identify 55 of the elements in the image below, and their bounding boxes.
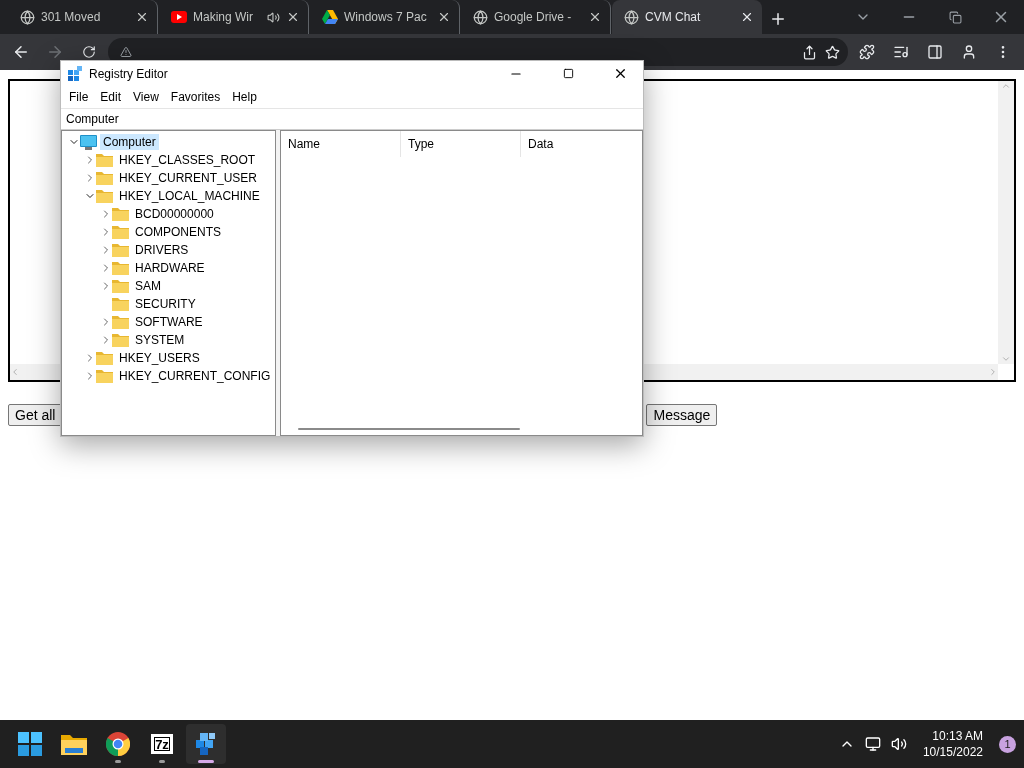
tree-item[interactable]: HKEY_CURRENT_CONFIG (116, 368, 274, 384)
cubes-icon[interactable] (194, 732, 218, 756)
side-panel-icon[interactable] (927, 44, 944, 60)
get-all-button[interactable]: Get all (8, 404, 63, 426)
column-header[interactable]: Data (521, 131, 639, 157)
tree-item[interactable]: DRIVERS (132, 242, 192, 258)
star-icon[interactable] (825, 44, 841, 60)
menu-item[interactable]: Help (226, 90, 263, 104)
share-icon[interactable] (802, 44, 818, 60)
tree-item[interactable]: SOFTWARE (132, 314, 206, 330)
clock-time: 10:13 AM (932, 728, 983, 744)
new-tab-icon[interactable] (769, 10, 787, 28)
menu-item[interactable]: Edit (94, 90, 128, 104)
address-field[interactable]: Computer (61, 108, 643, 130)
taskbar-button[interactable]: 7z (142, 724, 182, 764)
tree-item[interactable]: HKEY_CLASSES_ROOT (116, 152, 259, 168)
window-title: Registry Editor (89, 66, 169, 81)
notification-badge[interactable]: 1 (999, 735, 1016, 753)
restore-icon[interactable] (948, 10, 962, 24)
close-icon[interactable] (135, 10, 149, 24)
tree-item[interactable]: HKEY_CURRENT_USER (116, 170, 261, 186)
windows-logo-icon[interactable] (18, 732, 42, 756)
cubes-icon (67, 65, 83, 82)
tree-item[interactable]: HARDWARE (132, 260, 208, 276)
browser-tab[interactable]: CVM Chat (612, 0, 762, 34)
tree-item[interactable]: SYSTEM (132, 332, 188, 348)
tree-item[interactable]: HKEY_USERS (116, 350, 203, 366)
tree-item[interactable]: SAM (132, 278, 164, 294)
tree-item[interactable]: HKEY_LOCAL_MACHINE (116, 188, 263, 204)
tree-item[interactable]: Computer (100, 134, 159, 150)
chrome-icon[interactable] (106, 732, 130, 756)
archive-app-icon[interactable]: 7z (151, 734, 173, 754)
maximize-icon[interactable] (562, 68, 574, 79)
volume-icon[interactable] (890, 736, 907, 752)
message-button[interactable]: Message (646, 404, 718, 426)
tree-item[interactable]: SECURITY (132, 296, 199, 312)
media-icon[interactable] (893, 44, 910, 60)
column-header[interactable]: Type (401, 131, 521, 157)
close-icon[interactable] (740, 10, 754, 24)
scrollbar-thumb[interactable] (298, 428, 520, 430)
close-icon[interactable] (437, 10, 451, 24)
clock-date: 10/15/2022 (922, 744, 983, 760)
menu-item[interactable]: Favorites (164, 90, 227, 104)
tree-item[interactable]: BCD00000000 (132, 206, 217, 222)
network-icon[interactable] (864, 736, 881, 752)
taskbar-button[interactable] (186, 724, 226, 764)
close-icon[interactable] (286, 10, 300, 24)
tree-item[interactable]: COMPONENTS (132, 224, 224, 240)
close-icon[interactable] (588, 10, 602, 24)
menu-item[interactable]: File (63, 90, 95, 104)
extensions-icon[interactable] (859, 44, 876, 60)
reload-icon[interactable] (81, 45, 96, 59)
column-header[interactable]: Name (281, 131, 401, 157)
menu-item[interactable]: View (127, 90, 165, 104)
folder-icon[interactable] (61, 733, 87, 755)
